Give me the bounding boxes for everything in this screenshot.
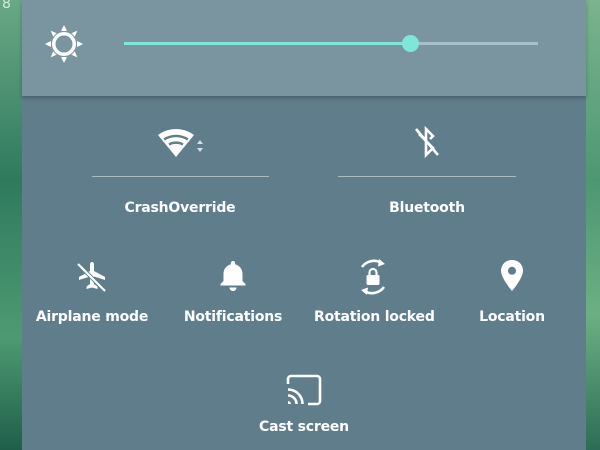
tile-cast-label: Cast screen	[259, 419, 349, 435]
tile-notifications-label: Notifications	[183, 309, 283, 325]
tile-location[interactable]: Location	[454, 258, 570, 325]
brightness-row	[22, 0, 586, 96]
tile-rotation-locked[interactable]: Rotation locked	[314, 258, 435, 325]
tile-airplane-mode[interactable]: Airplane mode	[34, 258, 150, 325]
airplane-off-icon	[76, 262, 107, 293]
wifi-divider	[92, 176, 269, 177]
tile-cast-screen[interactable]: Cast screen	[244, 372, 364, 435]
cast-icon	[286, 374, 322, 406]
tile-airplane-label: Airplane mode	[35, 309, 149, 325]
wallpaper-glyph: 8	[2, 0, 11, 12]
bluetooth-divider	[338, 176, 516, 177]
rotation-lock-icon	[360, 259, 386, 295]
brightness-slider-fill	[124, 42, 410, 45]
tile-wifi[interactable]	[92, 124, 268, 160]
quick-settings-panel: CrashOverride Bluetooth Airplane mode No…	[22, 0, 586, 450]
sun-icon	[45, 25, 83, 63]
brightness-slider[interactable]	[124, 35, 538, 52]
wallpaper-left: 8	[0, 0, 22, 450]
tile-bluetooth-label: Bluetooth	[389, 200, 465, 216]
bluetooth-disabled-icon	[415, 125, 439, 159]
wallpaper-right	[586, 0, 600, 450]
tile-bluetooth[interactable]	[338, 124, 516, 160]
tile-bluetooth-label-wrap[interactable]: Bluetooth	[338, 197, 516, 216]
location-pin-icon	[501, 260, 523, 291]
brightness-slider-thumb[interactable]	[401, 35, 419, 52]
tile-notifications[interactable]: Notifications	[174, 258, 292, 325]
bell-icon	[220, 261, 246, 291]
tile-wifi-label: CrashOverride	[124, 200, 236, 216]
tile-wifi-label-wrap[interactable]: CrashOverride	[92, 197, 268, 216]
tile-location-label: Location	[479, 309, 545, 325]
wifi-icon	[158, 129, 203, 157]
tile-rotation-label: Rotation locked	[314, 309, 435, 325]
